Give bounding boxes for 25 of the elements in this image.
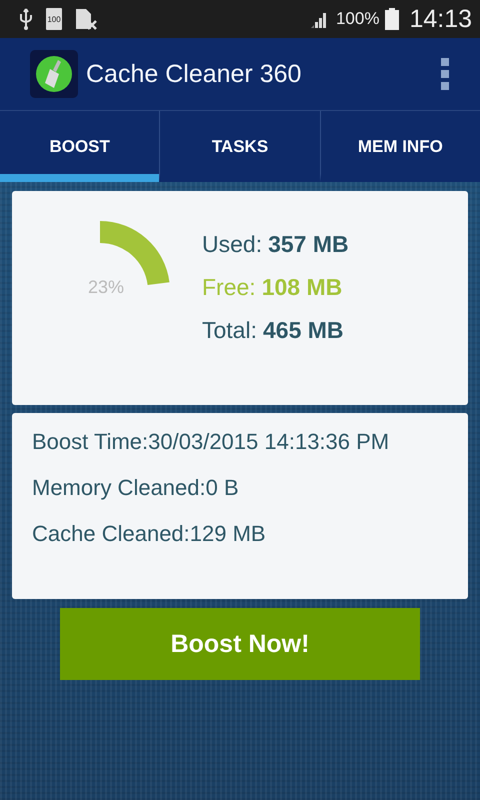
app-title: Cache Cleaner 360 <box>86 60 302 88</box>
usb-icon <box>18 8 34 30</box>
stat-label: Free: <box>202 274 256 301</box>
stat-value: 465 MB <box>262 317 344 344</box>
info-label: Memory Cleaned: <box>32 475 206 501</box>
info-value: 0 B <box>206 475 239 501</box>
info-label: Cache Cleaned: <box>32 521 190 547</box>
tab[interactable]: BOOST <box>0 111 160 182</box>
no-sim-icon <box>74 7 98 31</box>
stat-label: Used: <box>202 231 262 258</box>
more-options-icon[interactable] <box>440 58 450 90</box>
app-logo-icon <box>30 50 78 98</box>
stat-value: 357 MB <box>268 231 349 258</box>
stat-label: Total: <box>202 317 257 344</box>
clock-time: 14:13 <box>409 4 472 34</box>
tab[interactable]: MEM INFO <box>320 111 480 182</box>
info-value: 30/03/2015 14:13:36 PM <box>148 429 390 455</box>
gauge-percent: 23% <box>88 277 124 298</box>
stat-value: 108 MB <box>262 274 342 301</box>
info-value: 129 MB <box>190 521 266 547</box>
tab[interactable]: TASKS <box>159 111 320 182</box>
battery-icon <box>385 8 400 30</box>
battery-percent: 100% <box>336 9 380 29</box>
battery-icon: 100 <box>46 8 62 30</box>
info-label: Boost Time: <box>32 429 148 455</box>
